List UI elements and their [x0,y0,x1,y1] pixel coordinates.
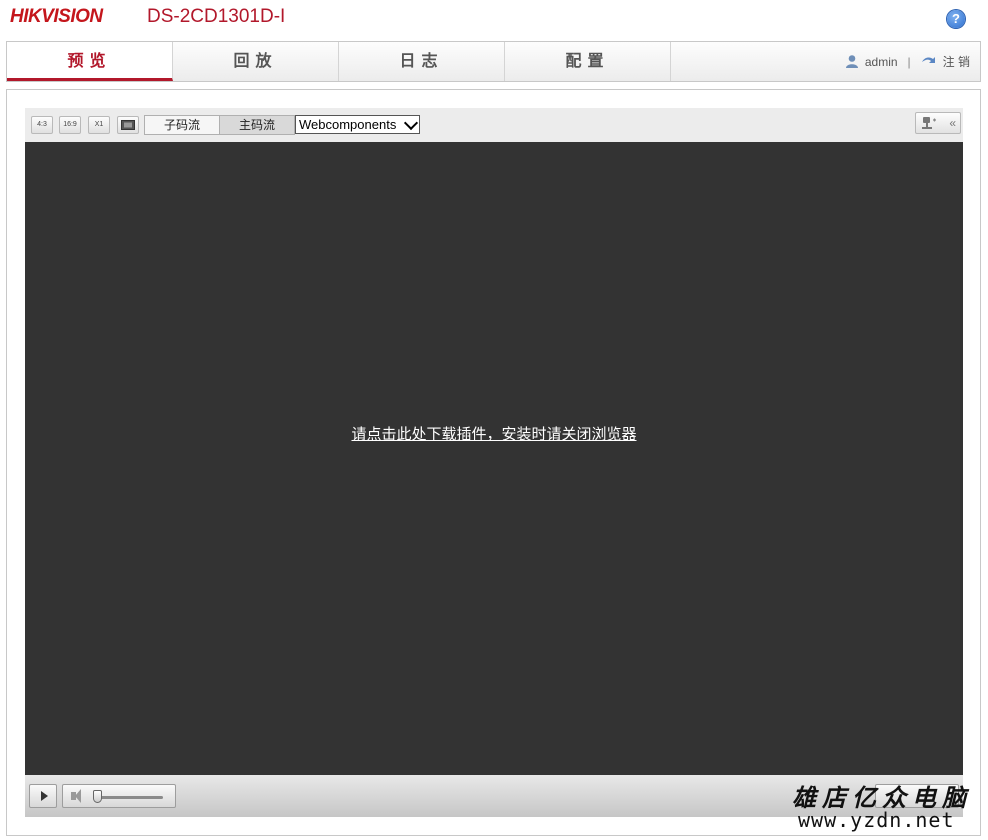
tab-playback[interactable]: 回放 [173,42,339,81]
user-separator: | [907,55,911,69]
logout-link[interactable]: 注 销 [943,55,970,69]
aspect-4-3-icon[interactable]: 4:3 [31,116,53,134]
preview-toolbar: 4:3 16:9 X1 子码流 主码流 Webcomponents « [25,108,963,142]
collapse-icon: « [949,116,956,130]
device-model: DS-2CD1301D-I [147,6,286,27]
video-area: 请点击此处下载插件，安装时请关闭浏览器 [25,142,963,775]
main-nav: 预览 回放 日志 配置 admin | 注 销 [6,41,981,82]
logout-icon[interactable] [921,55,937,67]
auto-fit-glyph [121,120,135,130]
tab-log[interactable]: 日志 [339,42,505,81]
main-stream-button[interactable]: 主码流 [219,116,294,134]
user-icon [845,55,858,68]
play-button[interactable] [29,784,57,808]
speaker-icon[interactable] [71,789,81,803]
watermark-url: www.yzdn.net [798,808,955,832]
hikvision-logo: HIKVISION [10,6,103,27]
watermark: 雄店亿众电脑 www.yzdn.net [780,778,980,834]
help-icon[interactable]: ? [947,10,965,28]
user-area: admin | 注 销 [845,42,970,81]
username: admin [864,55,898,69]
tab-configuration[interactable]: 配置 [505,42,671,81]
download-plugin-link[interactable]: 请点击此处下载插件，安装时请关闭浏览器 [25,423,963,444]
auto-fit-icon[interactable] [117,116,139,134]
plugin-select-value: Webcomponents [299,117,397,132]
sub-stream-button[interactable]: 子码流 [145,116,219,134]
header: HIKVISION DS-2CD1301D-I ? [0,0,988,40]
volume-slider-thumb[interactable] [92,790,102,803]
plugin-select[interactable]: Webcomponents [295,115,420,134]
ptz-camera-icon [922,117,936,129]
aspect-16-9-icon[interactable]: 16:9 [59,116,81,134]
play-icon [41,791,48,801]
original-size-icon[interactable]: X1 [88,116,110,134]
volume-track[interactable] [93,796,163,799]
tab-preview[interactable]: 预览 [7,42,173,81]
stream-toggle: 子码流 主码流 [144,115,295,135]
chevron-down-icon [403,115,419,131]
ptz-panel-toggle[interactable]: « [915,112,961,134]
volume-control [62,784,176,808]
